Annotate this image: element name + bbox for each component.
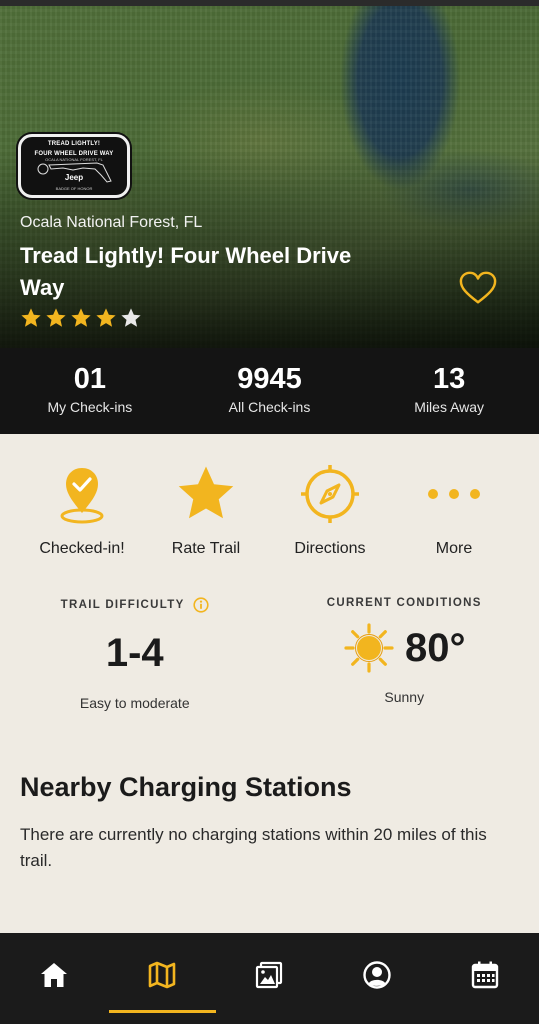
star-filled-icon: [71, 308, 91, 327]
gallery-icon: [256, 961, 283, 989]
star-empty-icon: [121, 308, 141, 327]
rate-trail-button[interactable]: Rate Trail: [144, 462, 268, 558]
badge-caption: BADGE OF HONOR: [55, 186, 93, 191]
checkin-button[interactable]: Checked-in!: [20, 462, 144, 558]
temperature-value: 80°: [405, 626, 466, 670]
difficulty-description: Easy to moderate: [79, 695, 190, 711]
stat-label: All Check-ins: [228, 399, 311, 415]
action-label: Checked-in!: [39, 540, 125, 557]
action-label: More: [435, 540, 473, 557]
checkin-pin-icon: [60, 468, 104, 524]
star-filled-icon: [96, 308, 116, 327]
trail-rating: [20, 307, 142, 329]
action-label: Rate Trail: [171, 540, 241, 557]
nav-profile[interactable]: [323, 933, 431, 1024]
stat-all-checkins: 9945 All Check-ins: [180, 348, 360, 434]
sun-icon: [344, 623, 394, 673]
trail-info: TRAIL DIFFICULTY 1-4 Easy to moderate CU…: [0, 594, 539, 714]
trail-badge: TREAD LIGHTLY! FOUR WHEEL DRIVE WAY OCAL…: [18, 134, 130, 198]
charging-text: There are currently no charging stations…: [20, 825, 487, 870]
badge-title-line1: TREAD LIGHTLY!: [47, 141, 101, 147]
difficulty-panel: TRAIL DIFFICULTY 1-4 Easy to moderate: [0, 594, 270, 714]
stats-bar: 01 My Check-ins 9945 All Check-ins 13 Mi…: [0, 348, 539, 434]
trail-title: Tread Lightly! Four Wheel Drive Way: [20, 243, 352, 300]
nav-gallery[interactable]: [216, 933, 324, 1024]
stat-label: My Check-ins: [47, 399, 133, 415]
action-row: Checked-in! Rate Trail Directions More: [0, 462, 539, 558]
stat-my-checkins: 01 My Check-ins: [0, 348, 180, 434]
stat-value: 13: [433, 363, 466, 395]
conditions-description: Sunny: [384, 689, 425, 705]
info-icon[interactable]: [193, 597, 209, 613]
action-label: Directions: [294, 540, 366, 557]
bottom-nav: [0, 933, 539, 1024]
trail-location: Ocala National Forest, FL: [20, 214, 203, 231]
stat-value: 9945: [237, 363, 302, 395]
difficulty-value: 1-4: [105, 631, 164, 675]
conditions-heading: CURRENT CONDITIONS: [326, 597, 482, 609]
charging-title: Nearby Charging Stations: [20, 772, 352, 802]
compass-icon: [301, 465, 359, 523]
nav-home[interactable]: [0, 933, 108, 1024]
difficulty-heading: TRAIL DIFFICULTY: [0, 597, 270, 613]
star-filled-icon: [21, 308, 41, 327]
star-icon: [178, 466, 234, 519]
status-bar: [0, 0, 539, 6]
heart-icon[interactable]: [459, 270, 497, 306]
nav-map[interactable]: [108, 933, 216, 1024]
more-dots-icon: [428, 489, 480, 499]
map-icon: [148, 961, 175, 989]
star-filled-icon: [46, 308, 66, 327]
profile-icon: [363, 961, 391, 989]
conditions-panel: CURRENT CONDITIONS 80° Sunny: [270, 594, 539, 714]
calendar-icon: [471, 961, 499, 989]
stat-value: 01: [73, 363, 106, 395]
directions-button[interactable]: Directions: [268, 462, 392, 558]
home-icon: [40, 963, 67, 987]
stat-miles-away: 13 Miles Away: [359, 348, 539, 434]
nav-calendar[interactable]: [431, 933, 539, 1024]
stat-label: Miles Away: [414, 399, 485, 415]
badge-brand: Jeep: [64, 173, 84, 182]
difficulty-heading-label: TRAIL DIFFICULTY: [60, 599, 185, 612]
more-button[interactable]: More: [392, 462, 516, 558]
